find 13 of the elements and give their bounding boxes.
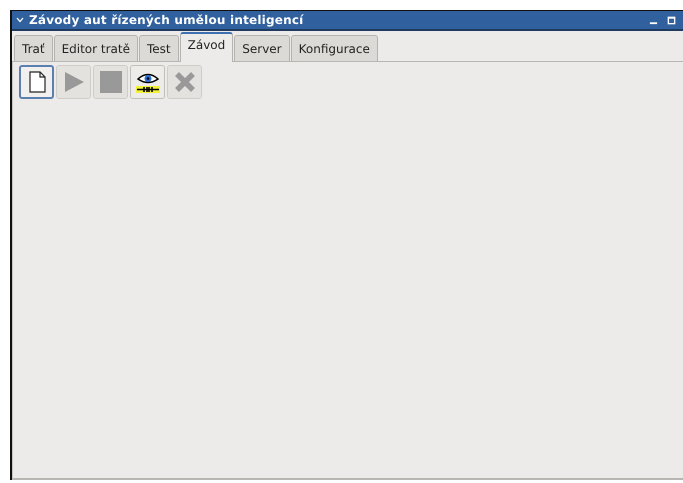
x-icon	[172, 70, 196, 94]
tab[interactable]: Server	[234, 35, 290, 61]
window-menu-icon[interactable]	[16, 17, 24, 23]
maximize-icon[interactable]	[667, 16, 676, 24]
tab[interactable]: Editor tratě	[54, 35, 138, 61]
watch-button[interactable]	[130, 65, 165, 99]
tab[interactable]: Test	[138, 35, 179, 61]
stop-icon	[98, 70, 122, 94]
window-title: Závody aut řízených umělou inteligencí	[29, 13, 304, 27]
tab[interactable]: Konfigurace	[290, 35, 378, 61]
tab[interactable]: Závod	[180, 32, 234, 62]
tab[interactable]: Trať	[14, 35, 53, 61]
new-button[interactable]	[19, 65, 54, 99]
